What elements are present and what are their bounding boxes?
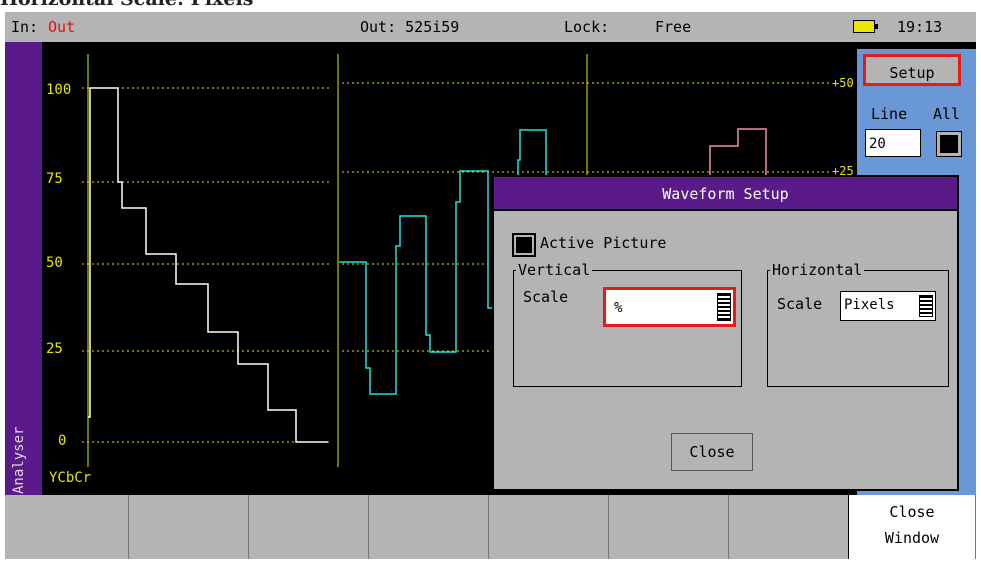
horizontal-scale-select[interactable]: Pixels bbox=[840, 291, 936, 321]
horizontal-group: Horizontal Scale Pixels bbox=[767, 261, 949, 387]
vertical-scale-label: Scale bbox=[523, 288, 569, 306]
input-label: In: bbox=[11, 18, 39, 36]
dialog-close-button[interactable]: Close bbox=[671, 433, 753, 471]
dropdown-grip-icon bbox=[717, 293, 731, 321]
y-tick-0: 0 bbox=[58, 433, 67, 449]
softkey-bar: Close Window bbox=[5, 495, 976, 559]
vertical-scale-value: % bbox=[614, 300, 623, 316]
output-format: Out: 525i59 bbox=[360, 18, 460, 36]
close-window-label-2: Window bbox=[884, 529, 940, 547]
setup-button[interactable]: Setup bbox=[863, 54, 961, 86]
battery-icon bbox=[853, 20, 878, 33]
luma-trace bbox=[88, 87, 328, 443]
y-tick-75: 75 bbox=[46, 171, 63, 187]
dialog-title: Waveform Setup bbox=[494, 177, 957, 211]
all-lines-checkbox[interactable] bbox=[936, 131, 962, 157]
vertical-group: Vertical Scale % bbox=[513, 261, 742, 387]
y-tick-100: 100 bbox=[46, 82, 72, 98]
right-tick-plus50: +50 bbox=[832, 76, 854, 90]
line-label: Line bbox=[871, 105, 908, 123]
line-number-input[interactable]: 20 bbox=[865, 129, 921, 157]
y-tick-25: 25 bbox=[46, 341, 63, 357]
dropdown-grip-icon bbox=[919, 295, 933, 317]
active-picture-checkbox[interactable] bbox=[512, 233, 536, 257]
softkey-2[interactable] bbox=[128, 495, 249, 559]
analyser-screen: In: Out Out: 525i59 Lock: Free 19:13 Ana… bbox=[5, 12, 976, 559]
close-window-button[interactable]: Close Window bbox=[848, 495, 976, 559]
colorspace-label: YCbCr bbox=[49, 470, 92, 486]
horizontal-group-title: Horizontal bbox=[770, 261, 865, 279]
all-label: All bbox=[933, 105, 961, 123]
waveform-setup-dialog: Waveform Setup Active Picture Vertical S… bbox=[492, 175, 959, 491]
sidebar-label: Analyser bbox=[11, 426, 27, 494]
close-window-label-1: Close bbox=[889, 503, 935, 521]
lock-label: Lock: bbox=[564, 18, 610, 36]
clock: 19:13 bbox=[897, 18, 943, 36]
softkey-7[interactable] bbox=[728, 495, 849, 559]
cb-trace bbox=[339, 170, 492, 395]
lock-value: Free bbox=[655, 18, 692, 36]
vertical-scale-select[interactable]: % bbox=[603, 287, 736, 327]
vertical-group-title: Vertical bbox=[516, 261, 593, 279]
softkey-5[interactable] bbox=[488, 495, 609, 559]
softkey-6[interactable] bbox=[608, 495, 729, 559]
status-bar: In: Out Out: 525i59 Lock: Free 19:13 bbox=[5, 12, 976, 42]
y-tick-50: 50 bbox=[46, 255, 63, 271]
softkey-4[interactable] bbox=[368, 495, 489, 559]
input-value: Out bbox=[48, 18, 76, 36]
active-picture-label: Active Picture bbox=[540, 234, 667, 252]
softkey-1[interactable] bbox=[5, 495, 129, 559]
horizontal-scale-value: Pixels bbox=[844, 297, 895, 313]
sidebar[interactable]: Analyser bbox=[5, 42, 42, 495]
softkey-3[interactable] bbox=[248, 495, 369, 559]
horizontal-scale-label: Scale bbox=[777, 295, 823, 313]
page-caption: Horizontal Scale: Pixels bbox=[0, 0, 400, 10]
